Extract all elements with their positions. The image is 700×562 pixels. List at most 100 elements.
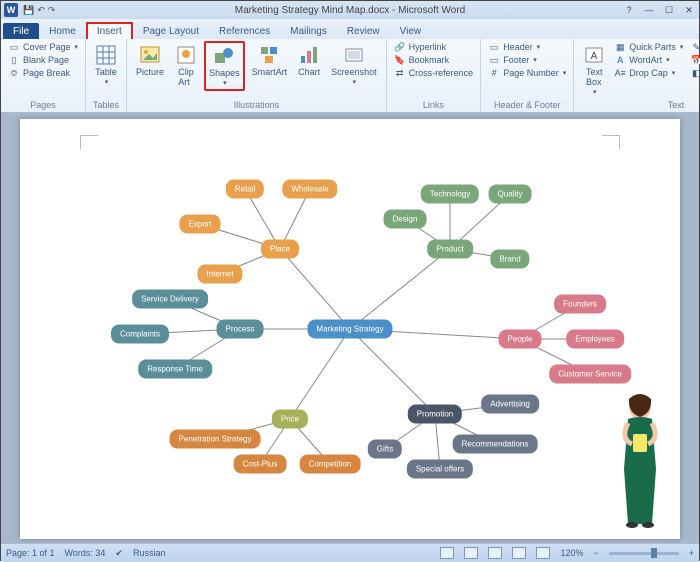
undo-icon[interactable]: ↶ (37, 5, 45, 16)
word-app-icon: W (4, 3, 18, 17)
node-retail[interactable]: Retail (226, 180, 264, 199)
textbox-icon: A (583, 44, 605, 66)
hyperlink-button[interactable]: 🔗Hyperlink (392, 41, 476, 53)
node-wholesale[interactable]: Wholesale (282, 180, 337, 199)
node-service-delivery[interactable]: Service Delivery (132, 290, 208, 309)
mindmap-diagram[interactable]: Marketing Strategy Place Export Retail W… (20, 119, 680, 539)
node-response-time[interactable]: Response Time (138, 360, 212, 379)
document-page[interactable]: Marketing Strategy Place Export Retail W… (20, 119, 680, 539)
table-icon (95, 44, 117, 66)
node-gifts[interactable]: Gifts (368, 440, 402, 459)
node-place[interactable]: Place (261, 240, 299, 259)
shapes-icon (213, 45, 235, 67)
node-penetration[interactable]: Penetration Strategy (170, 430, 261, 449)
tab-insert[interactable]: Insert (86, 22, 133, 39)
tab-home[interactable]: Home (39, 23, 86, 39)
clipart-icon (175, 44, 197, 66)
node-center[interactable]: Marketing Strategy (307, 320, 392, 339)
page-number-button[interactable]: #Page Number▾ (486, 67, 568, 79)
title-bar: W 💾 ↶ ↷ Marketing Strategy Mind Map.docx… (1, 1, 699, 19)
status-zoom[interactable]: 120% (560, 548, 583, 558)
minimize-icon[interactable]: — (639, 5, 659, 16)
tab-mailings[interactable]: Mailings (280, 23, 337, 39)
node-brand[interactable]: Brand (490, 250, 529, 269)
chart-button[interactable]: Chart (294, 41, 324, 80)
status-page[interactable]: Page: 1 of 1 (6, 548, 55, 558)
node-promotion[interactable]: Promotion (408, 405, 462, 424)
hyperlink-icon: 🔗 (394, 41, 406, 53)
node-process[interactable]: Process (217, 320, 264, 339)
zoom-out-button[interactable]: − (593, 548, 598, 558)
node-internet[interactable]: Internet (197, 265, 242, 284)
zoom-in-button[interactable]: + (689, 548, 694, 558)
tab-view[interactable]: View (390, 23, 432, 39)
help-icon[interactable]: ? (619, 5, 639, 16)
smartart-button[interactable]: SmartArt (248, 41, 292, 80)
view-web[interactable] (488, 547, 502, 559)
footer-button[interactable]: ▭Footer▾ (486, 54, 568, 66)
node-product[interactable]: Product (427, 240, 473, 259)
shapes-button[interactable]: Shapes▾ (204, 41, 245, 91)
group-links: 🔗Hyperlink 🔖Bookmark ⇄Cross-reference Li… (387, 39, 482, 112)
node-complaints[interactable]: Complaints (111, 325, 169, 344)
view-outline[interactable] (512, 547, 526, 559)
node-competition[interactable]: Competition (300, 455, 361, 474)
tab-review[interactable]: Review (337, 23, 390, 39)
node-recommendations[interactable]: Recommendations (453, 435, 538, 454)
wordart-button[interactable]: AWordArt▾ (612, 54, 685, 66)
datetime-button[interactable]: 📅Date & Time (688, 54, 700, 66)
node-founders[interactable]: Founders (554, 295, 606, 314)
quickparts-button[interactable]: ▦Quick Parts▾ (612, 41, 685, 53)
node-design[interactable]: Design (384, 210, 427, 229)
tab-references[interactable]: References (209, 23, 280, 39)
group-label-tables: Tables (91, 99, 121, 110)
signature-button[interactable]: ✎Signature Line▾ (688, 41, 700, 53)
node-special-offers[interactable]: Special offers (407, 460, 473, 479)
clipart-button[interactable]: Clip Art (171, 41, 201, 90)
cover-page-button[interactable]: ▭Cover Page▾ (6, 41, 80, 53)
bookmark-button[interactable]: 🔖Bookmark (392, 54, 476, 66)
quick-access-toolbar[interactable]: 💾 ↶ ↷ (23, 5, 55, 16)
group-tables: Table▾ Tables (86, 39, 127, 112)
signature-icon: ✎ (690, 41, 700, 53)
status-words[interactable]: Words: 34 (65, 548, 106, 558)
zoom-slider[interactable] (609, 552, 679, 555)
node-customer-service[interactable]: Customer Service (549, 365, 631, 384)
status-proofing-icon[interactable]: ✔ (115, 548, 123, 559)
textbox-button[interactable]: AText Box▾ (579, 41, 609, 99)
view-fullscreen[interactable] (464, 547, 478, 559)
node-people[interactable]: People (499, 330, 542, 349)
node-price[interactable]: Price (272, 410, 308, 429)
page-break-button[interactable]: ⎊Page Break (6, 67, 80, 79)
tab-page-layout[interactable]: Page Layout (133, 23, 209, 39)
object-button[interactable]: ◧Object▾ (688, 67, 700, 79)
dropcap-button[interactable]: A≡Drop Cap▾ (612, 67, 685, 79)
node-quality[interactable]: Quality (489, 185, 532, 204)
save-icon[interactable]: 💾 (23, 5, 34, 16)
view-print-layout[interactable] (440, 547, 454, 559)
close-icon[interactable]: ✕ (679, 5, 699, 16)
clipart-woman[interactable] (610, 389, 670, 529)
node-costplus[interactable]: Cost-Plus (234, 455, 287, 474)
smartart-icon (258, 44, 280, 66)
document-workspace[interactable]: Marketing Strategy Place Export Retail W… (1, 113, 699, 543)
window-title: Marketing Strategy Mind Map.docx - Micro… (235, 5, 465, 16)
quickparts-icon: ▦ (614, 41, 626, 53)
header-button[interactable]: ▭Header▾ (486, 41, 568, 53)
tab-file[interactable]: File (3, 23, 39, 39)
node-export[interactable]: Export (179, 215, 220, 234)
blank-page-button[interactable]: ▯Blank Page (6, 54, 80, 66)
table-button[interactable]: Table▾ (91, 41, 121, 89)
page-break-icon: ⎊ (8, 67, 20, 79)
screenshot-button[interactable]: Screenshot▾ (327, 41, 381, 89)
view-draft[interactable] (536, 547, 550, 559)
ribbon-tabs: File Home Insert Page Layout References … (1, 19, 699, 39)
node-advertising[interactable]: Advertising (481, 395, 539, 414)
status-language[interactable]: Russian (133, 548, 166, 558)
maximize-icon[interactable]: ☐ (659, 5, 679, 16)
crossref-button[interactable]: ⇄Cross-reference (392, 67, 476, 79)
redo-icon[interactable]: ↷ (48, 5, 56, 16)
node-technology[interactable]: Technology (421, 185, 479, 204)
node-employees[interactable]: Employees (566, 330, 624, 349)
picture-button[interactable]: Picture (132, 41, 168, 80)
